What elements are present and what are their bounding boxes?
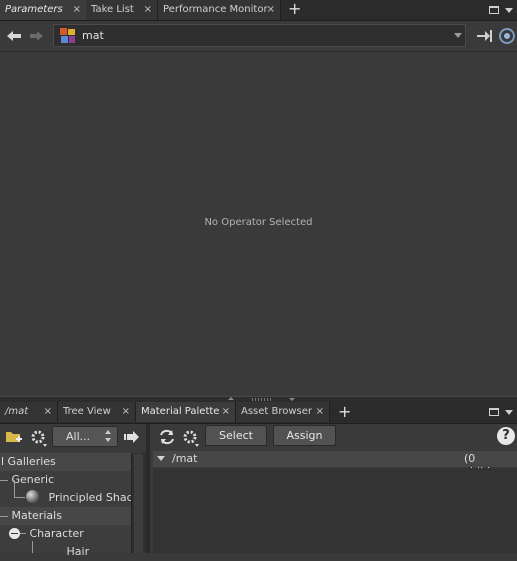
empty-message: No Operator Selected bbox=[204, 217, 313, 228]
tree-item-generic[interactable]: Generic bbox=[0, 471, 131, 489]
pane-layout-icon[interactable] bbox=[489, 6, 499, 14]
tab-take-list[interactable]: Take List × bbox=[86, 0, 158, 20]
close-tab-icon[interactable]: × bbox=[122, 402, 130, 421]
close-tab-icon[interactable]: × bbox=[44, 402, 52, 421]
tree-item-label: Principled Shade bbox=[48, 491, 132, 504]
close-tab-icon[interactable]: × bbox=[73, 0, 81, 19]
tree-item-principled-shader[interactable]: Principled Shade bbox=[0, 489, 132, 507]
close-tab-icon[interactable]: × bbox=[267, 0, 275, 19]
assign-button[interactable]: Assign bbox=[273, 425, 336, 446]
tab-label: Tree View bbox=[63, 406, 111, 417]
close-tab-icon[interactable]: × bbox=[144, 0, 152, 19]
close-tab-icon[interactable]: × bbox=[222, 402, 230, 421]
tab-label: Material Palette bbox=[141, 406, 220, 417]
expand-up-icon[interactable] bbox=[228, 397, 234, 400]
chevron-down-icon[interactable] bbox=[505, 410, 513, 415]
back-arrow-icon[interactable] bbox=[5, 28, 23, 44]
add-tab-icon[interactable]: + bbox=[338, 403, 351, 421]
tree-connector bbox=[0, 515, 8, 517]
material-list-path: /mat bbox=[172, 452, 198, 465]
tab-asset-browser[interactable]: Asset Browser × bbox=[236, 402, 330, 422]
tab-label: Performance Monitor bbox=[163, 4, 268, 15]
tree-item-label: Character bbox=[29, 527, 84, 540]
refresh-icon[interactable] bbox=[158, 428, 176, 446]
material-list-header bbox=[153, 451, 517, 467]
tree-item-label: Materials bbox=[11, 509, 62, 522]
tab-label: Parameters bbox=[5, 4, 63, 15]
tree-item-galleries[interactable]: l Galleries bbox=[0, 453, 131, 471]
tree-item-label: Hair bbox=[66, 545, 90, 558]
select-button[interactable]: Select bbox=[205, 425, 267, 446]
material-list[interactable] bbox=[153, 468, 517, 553]
tab-label: /mat bbox=[5, 406, 29, 417]
pin-icon[interactable] bbox=[476, 28, 492, 44]
collapse-arrow-icon[interactable] bbox=[157, 456, 165, 461]
tab-material-palette[interactable]: Material Palette × bbox=[136, 402, 236, 422]
tree-item-hair[interactable]: Hair bbox=[0, 543, 131, 561]
spinner-arrows-icon[interactable] bbox=[104, 429, 112, 443]
path-text: mat bbox=[82, 29, 104, 42]
tab-tree-view[interactable]: Tree View × bbox=[58, 402, 136, 422]
tree-item-label: Generic bbox=[11, 473, 55, 486]
tab-mat-network[interactable]: /mat × bbox=[0, 402, 58, 422]
path-field[interactable] bbox=[53, 24, 466, 47]
link-icon[interactable] bbox=[498, 27, 516, 45]
path-dropdown-icon[interactable] bbox=[454, 33, 462, 38]
tab-parameters[interactable]: Parameters × bbox=[0, 0, 87, 20]
pane-layout-icon[interactable] bbox=[489, 408, 499, 416]
gear-icon[interactable] bbox=[29, 428, 49, 448]
tree-item-label: l Galleries bbox=[1, 455, 56, 468]
add-tab-icon[interactable]: + bbox=[288, 0, 301, 18]
tab-label: Take List bbox=[91, 4, 134, 15]
tree-connector bbox=[20, 533, 26, 534]
help-icon[interactable]: ? bbox=[497, 427, 515, 445]
new-gallery-folder-icon[interactable] bbox=[5, 428, 23, 445]
collapse-icon[interactable] bbox=[9, 528, 20, 539]
gear-icon[interactable] bbox=[181, 428, 201, 448]
divider-grip[interactable] bbox=[252, 398, 272, 401]
tab-label: Asset Browser bbox=[241, 406, 313, 417]
chevron-down-icon[interactable] bbox=[505, 8, 513, 13]
arrow-right-icon[interactable] bbox=[123, 429, 141, 445]
tree-connector bbox=[0, 479, 8, 481]
tree-item-materials[interactable]: Materials bbox=[0, 507, 131, 525]
expand-down-icon[interactable] bbox=[289, 398, 295, 401]
close-tab-icon[interactable]: × bbox=[316, 402, 324, 421]
tab-performance-monitor[interactable]: Performance Monitor × bbox=[158, 0, 281, 20]
material-sphere-icon bbox=[26, 490, 39, 503]
gallery-filter-value: All... bbox=[66, 430, 91, 443]
material-network-icon bbox=[60, 28, 75, 43]
scrollbar-thumb[interactable] bbox=[134, 454, 143, 553]
forward-arrow-icon[interactable] bbox=[29, 28, 45, 44]
